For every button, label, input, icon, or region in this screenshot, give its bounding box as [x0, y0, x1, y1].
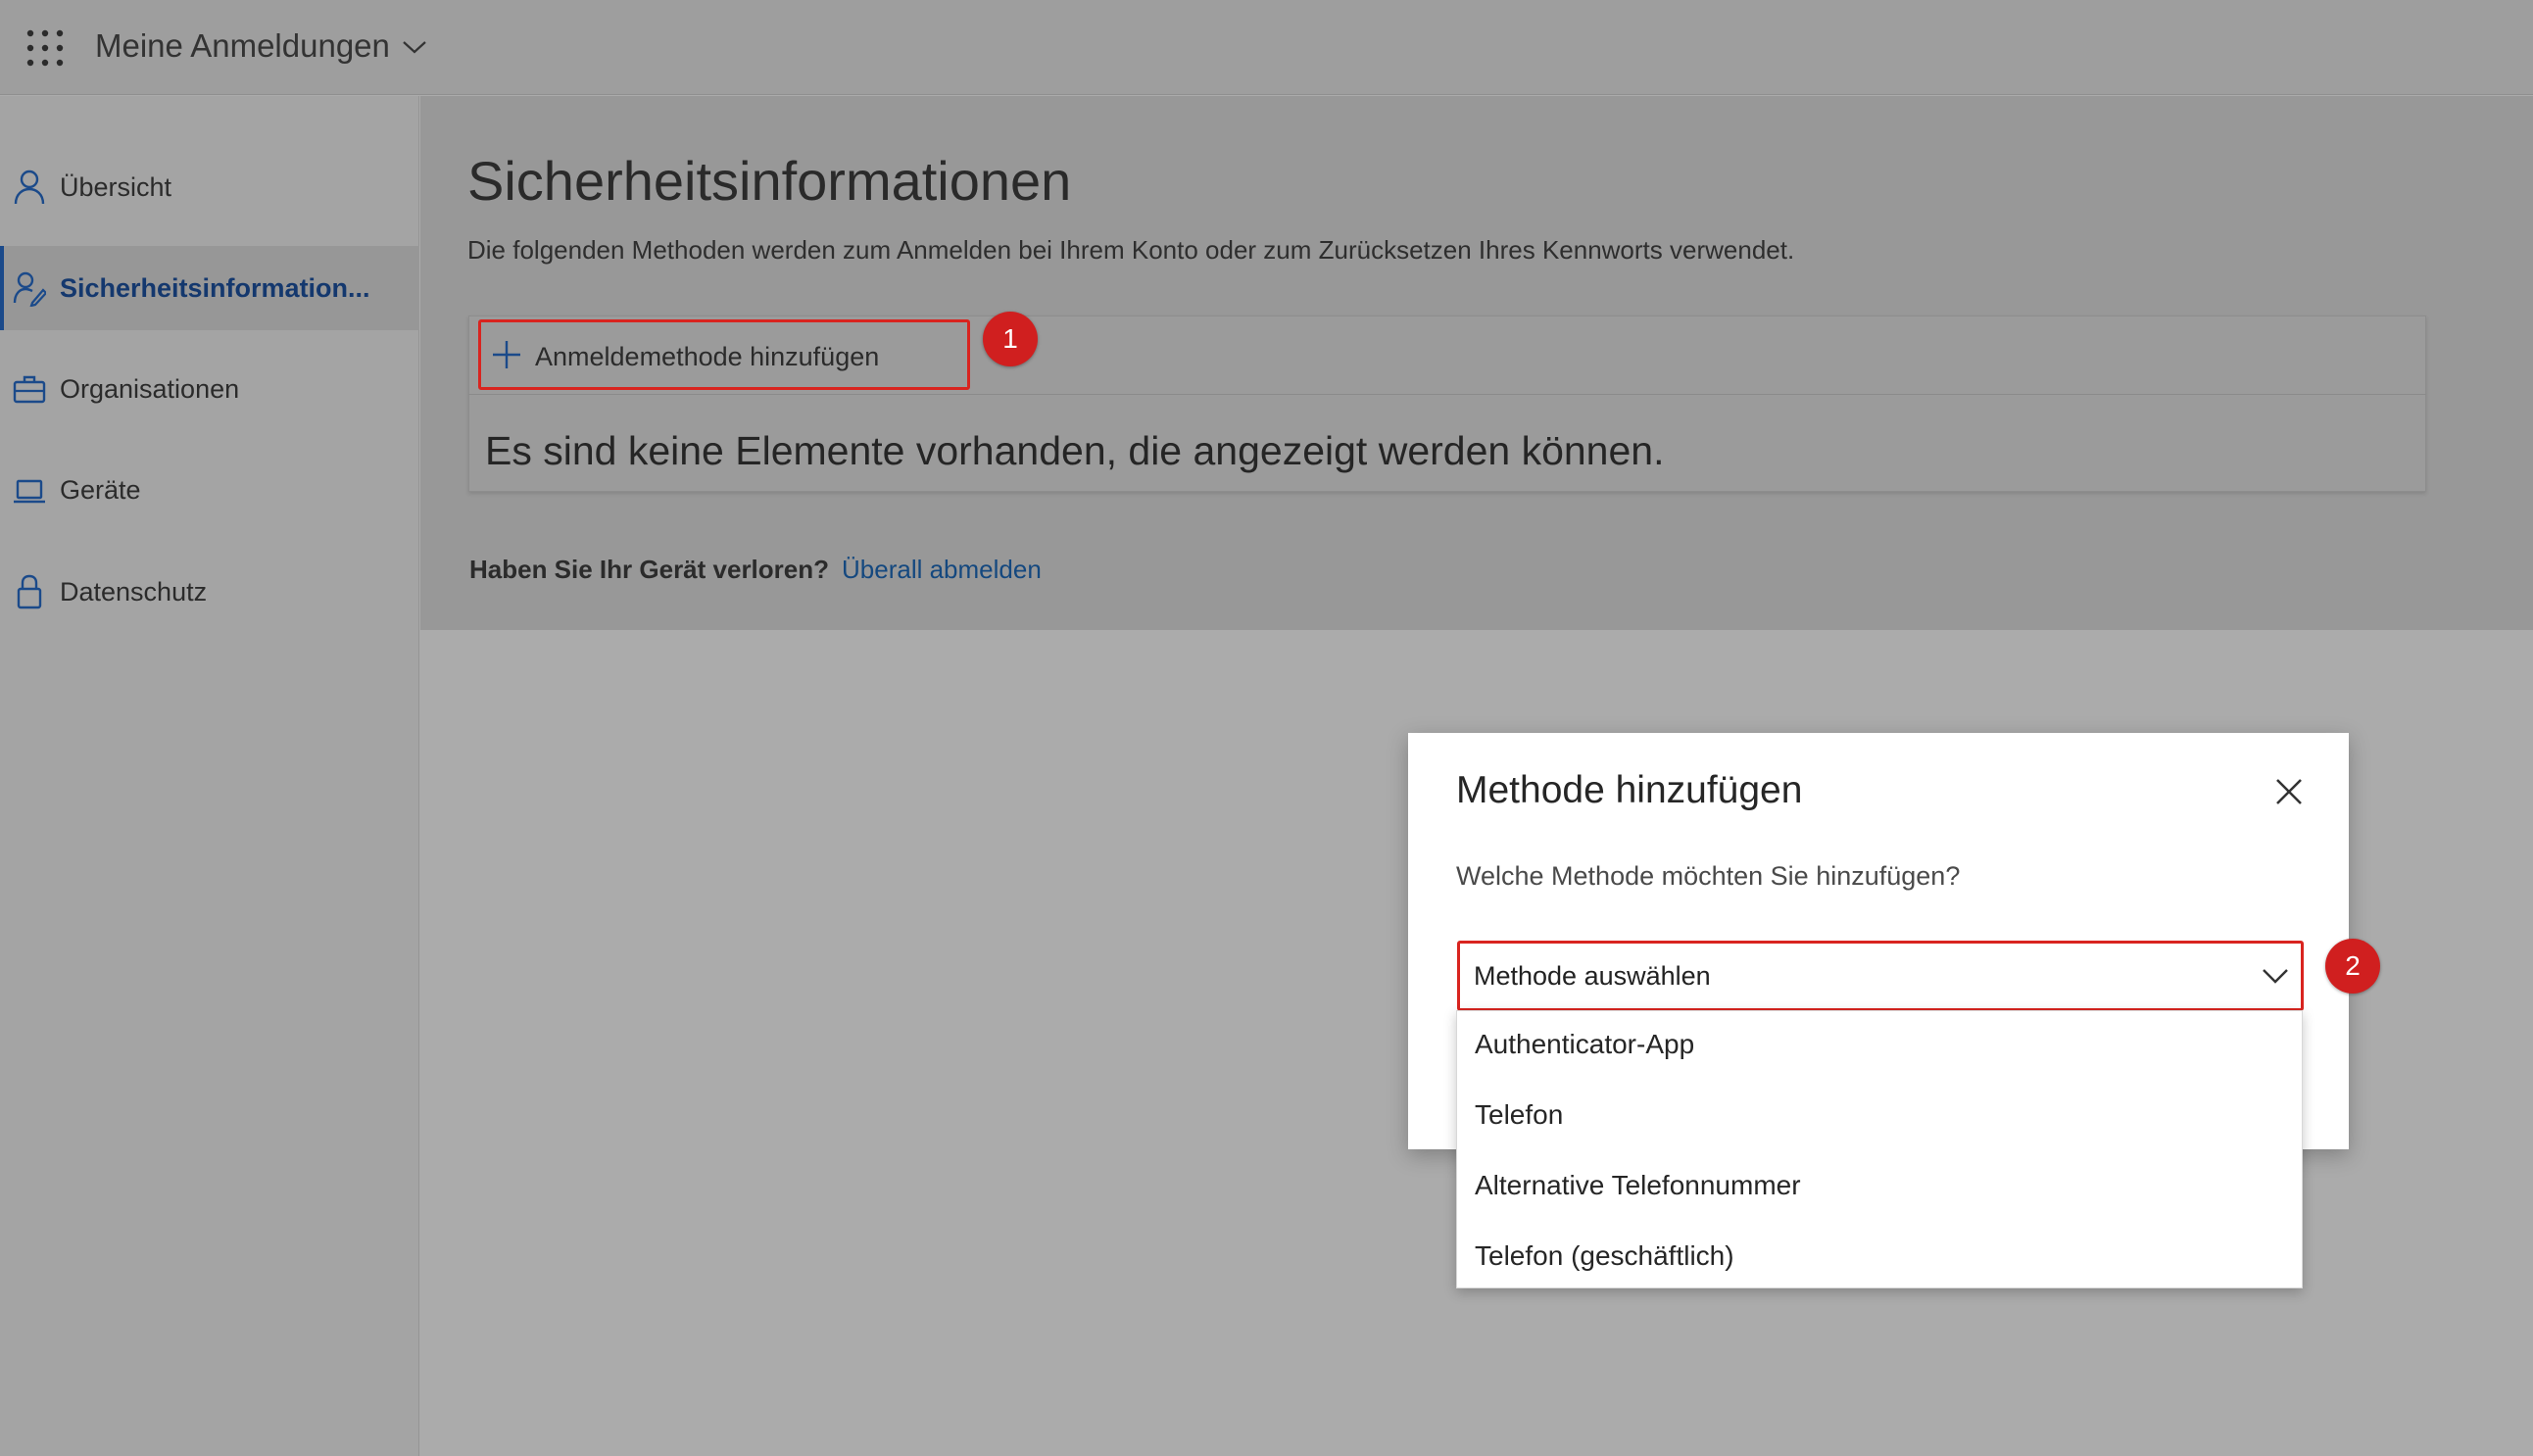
dialog-question: Welche Methode möchten Sie hinzufügen? — [1456, 861, 1961, 891]
chevron-down-icon[interactable] — [402, 39, 427, 55]
chevron-down-icon — [2263, 969, 2288, 984]
sidebar-item-label: Organisationen — [60, 373, 240, 404]
add-method-button[interactable]: Anmeldemethode hinzufügen — [478, 319, 970, 390]
option-label: Telefon — [1475, 1099, 1564, 1130]
method-select[interactable]: Methode auswählen — [1457, 941, 2304, 1011]
lost-device-question: Haben Sie Ihr Gerät verloren? — [469, 555, 830, 584]
annotation-badge-2: 2 — [2325, 939, 2380, 994]
active-indicator — [0, 246, 4, 330]
sidebar-item-overview[interactable]: Übersicht — [0, 145, 419, 229]
person-icon — [14, 170, 45, 205]
dialog-title: Methode hinzufügen — [1456, 769, 1803, 811]
method-select-value: Methode auswählen — [1474, 961, 1711, 991]
top-bar: Meine Anmeldungen — [0, 0, 2533, 95]
add-method-label: Anmeldemethode hinzufügen — [535, 342, 880, 371]
sign-out-everywhere-link[interactable]: Überall abmelden — [842, 555, 1042, 585]
option-label: Authenticator-App — [1475, 1029, 1695, 1059]
close-icon[interactable] — [2273, 776, 2305, 807]
sidebar-item-label: Datenschutz — [60, 576, 208, 607]
app-launcher-icon[interactable] — [26, 29, 64, 67]
app-title[interactable]: Meine Anmeldungen — [95, 27, 390, 65]
briefcase-icon — [13, 375, 46, 404]
empty-message: Es sind keine Elemente vorhanden, die an… — [485, 428, 1665, 473]
sidebar-item-label: Sicherheitsinformation... — [60, 272, 370, 303]
security-info-icon — [13, 271, 46, 307]
annotation-badge-1: 1 — [983, 312, 1038, 366]
plus-icon — [493, 341, 520, 368]
method-dropdown-list: Authenticator-App Telefon Alternative Te… — [1456, 1010, 2303, 1288]
sidebar-item-security-info[interactable]: Sicherheitsinformation... — [0, 246, 419, 330]
sidebar-item-organizations[interactable]: Organisationen — [0, 347, 419, 431]
page-title: Sicherheitsinformationen — [467, 150, 1072, 212]
dropdown-option-authenticator-app[interactable]: Authenticator-App — [1457, 1013, 2302, 1084]
page-description: Die folgenden Methoden werden zum Anmeld… — [467, 235, 1795, 265]
dropdown-option-phone[interactable]: Telefon — [1457, 1084, 2302, 1154]
sidebar-item-privacy[interactable]: Datenschutz — [0, 550, 419, 634]
sidebar-item-label: Geräte — [60, 474, 141, 505]
dropdown-option-office-phone[interactable]: Telefon (geschäftlich) — [1457, 1225, 2302, 1295]
sidebar-item-label: Übersicht — [60, 171, 172, 202]
option-label: Telefon (geschäftlich) — [1475, 1240, 1734, 1271]
laptop-icon — [14, 479, 45, 504]
dropdown-option-alternate-phone[interactable]: Alternative Telefonnummer — [1457, 1154, 2302, 1225]
option-label: Alternative Telefonnummer — [1475, 1170, 1801, 1200]
sidebar-item-devices[interactable]: Geräte — [0, 448, 419, 532]
lock-icon — [17, 574, 42, 609]
card-divider — [468, 394, 2426, 395]
